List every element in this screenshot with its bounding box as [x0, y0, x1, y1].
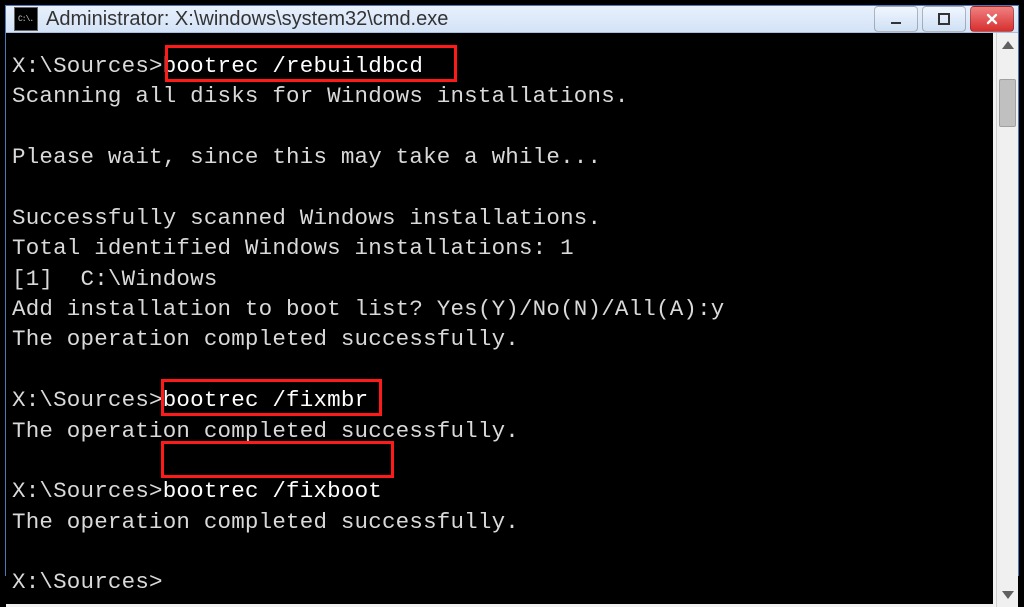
terminal-line: The operation completed successfully. — [12, 507, 987, 537]
scroll-down-icon[interactable] — [1002, 591, 1014, 599]
blank-line — [12, 112, 987, 142]
close-icon — [985, 12, 999, 26]
terminal-line: [1] C:\Windows — [12, 264, 987, 294]
command-prompt-window: C:\. Administrator: X:\windows\system32\… — [5, 5, 1019, 576]
blank-line — [12, 173, 987, 203]
terminal-line: Successfully scanned Windows installatio… — [12, 203, 987, 233]
command-rebuildbcd: bootrec /rebuildbcd — [163, 53, 423, 79]
terminal-output[interactable]: X:\Sources>bootrec /rebuildbcd Scanning … — [6, 33, 993, 604]
terminal-line: X:\Sources>bootrec /fixmbr — [12, 385, 987, 415]
maximize-button[interactable] — [922, 6, 966, 32]
terminal-line: Total identified Windows installations: … — [12, 233, 987, 263]
client-area: X:\Sources>bootrec /rebuildbcd Scanning … — [6, 33, 1018, 607]
blank-line — [12, 446, 987, 476]
terminal-line: The operation completed successfully. — [12, 416, 987, 446]
cmd-icon: C:\. — [14, 7, 38, 31]
blank-line — [12, 355, 987, 385]
prompt: X:\Sources> — [12, 387, 163, 413]
minimize-button[interactable] — [874, 6, 918, 32]
scroll-track[interactable] — [997, 53, 1018, 587]
maximize-icon — [937, 12, 951, 26]
scroll-up-icon[interactable] — [1002, 41, 1014, 49]
prompt: X:\Sources> — [12, 53, 163, 79]
terminal-line: Scanning all disks for Windows installat… — [12, 81, 987, 111]
close-button[interactable] — [970, 6, 1014, 32]
window-controls — [874, 6, 1014, 32]
window-title: Administrator: X:\windows\system32\cmd.e… — [46, 8, 874, 31]
terminal-line: X:\Sources>bootrec /fixboot — [12, 476, 987, 506]
cmd-icon-text: C:\. — [18, 15, 33, 24]
prompt: X:\Sources> — [12, 569, 163, 595]
titlebar[interactable]: C:\. Administrator: X:\windows\system32\… — [6, 6, 1018, 33]
minimize-icon — [889, 12, 903, 26]
terminal-line: Add installation to boot list? Yes(Y)/No… — [12, 294, 987, 324]
vertical-scrollbar[interactable] — [996, 33, 1018, 607]
terminal-line: X:\Sources>bootrec /rebuildbcd — [12, 51, 987, 81]
terminal-line: The operation completed successfully. — [12, 324, 987, 354]
terminal-line: Please wait, since this may take a while… — [12, 142, 987, 172]
prompt: X:\Sources> — [12, 478, 163, 504]
command-fixmbr: bootrec /fixmbr — [163, 387, 369, 413]
terminal-line: X:\Sources> — [12, 567, 987, 597]
command-fixboot: bootrec /fixboot — [163, 478, 382, 504]
blank-line — [12, 537, 987, 567]
scroll-thumb[interactable] — [999, 79, 1016, 127]
